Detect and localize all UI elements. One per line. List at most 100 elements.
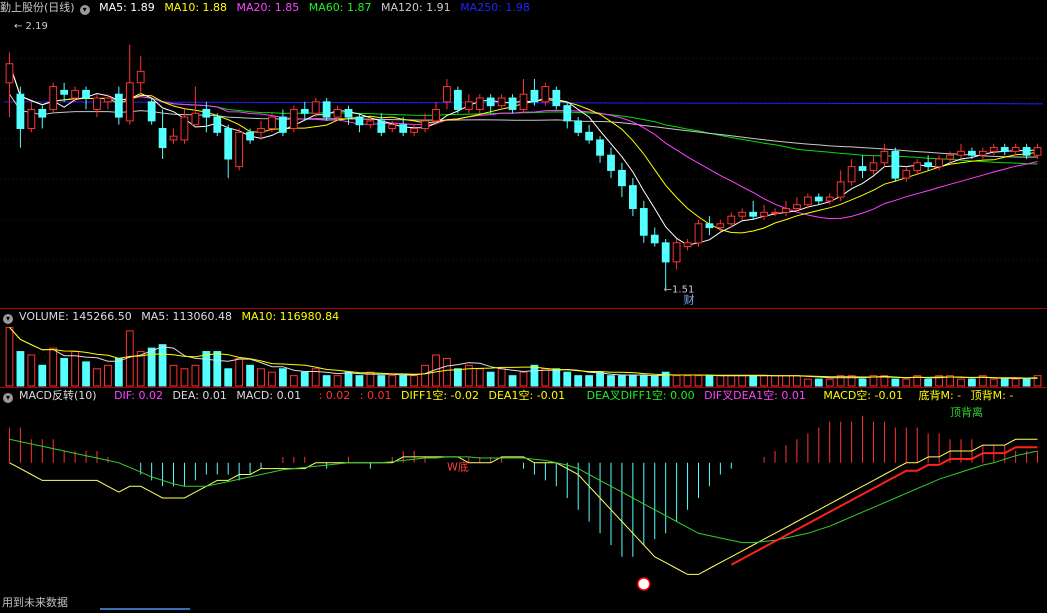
volume-bar — [104, 364, 112, 387]
candle-body — [771, 211, 779, 214]
cross1-label: DEA叉DIFF1空: 0.00 — [586, 389, 695, 402]
candle-body — [344, 108, 353, 118]
chevron-down-icon[interactable]: ▾ — [79, 5, 90, 15]
candle-body — [104, 97, 112, 103]
candle-body — [224, 128, 233, 160]
volume-bar — [749, 375, 758, 387]
candle-body — [552, 89, 561, 107]
candle-body — [388, 124, 397, 130]
candle-body — [716, 223, 725, 229]
field2-label: : 0.01 — [359, 389, 392, 402]
volume-bar — [257, 368, 265, 387]
volume-bar — [1033, 375, 1042, 387]
buy-signal-icon — [637, 577, 651, 591]
candle-body — [989, 147, 998, 152]
candle-body — [508, 97, 517, 110]
chevron-down-icon[interactable]: ▾ — [3, 314, 13, 324]
candle-body — [672, 242, 681, 263]
candle-body — [519, 93, 528, 110]
candle-body — [847, 166, 856, 183]
ma5-label: MA5: 1.89 — [99, 1, 155, 14]
candle-body — [1000, 147, 1009, 152]
volume-bar — [727, 375, 736, 387]
ma250-label: MA250: 1.98 — [460, 1, 530, 14]
candle-body — [814, 196, 823, 202]
candle-body — [235, 131, 244, 168]
volume-bar — [639, 375, 648, 387]
candle-body — [858, 166, 867, 171]
volume-bar — [782, 375, 790, 387]
macd-value-label: MACD: 0.01 — [236, 389, 302, 402]
volume-bar — [410, 375, 419, 387]
volume-bar — [1000, 378, 1009, 387]
top-div-label: 顶背M: - — [970, 389, 1014, 402]
candle-body — [618, 169, 626, 187]
candle-body — [82, 89, 90, 99]
macd-panel-header: ▾ MACD反转(10) DIF: 0.02 DEA: 0.01 MACD: 0.… — [0, 388, 1019, 404]
candle-body — [300, 108, 309, 114]
candle-body — [924, 162, 933, 168]
candle-body — [71, 89, 79, 99]
stock-title: 勤上股份(日线) — [0, 1, 75, 14]
candle-body — [935, 158, 943, 168]
candle-body — [180, 116, 189, 141]
volume-bar — [421, 364, 429, 387]
candle-body — [1033, 147, 1042, 156]
candle-body — [355, 116, 364, 126]
dea-label: DEA: 0.01 — [172, 389, 227, 402]
field1-label: : 0.02 — [318, 389, 351, 402]
volume-bar — [16, 351, 25, 387]
dif-line — [9, 438, 1038, 575]
candle-body — [158, 128, 167, 149]
candle-body — [607, 154, 615, 171]
candle-body — [705, 223, 714, 229]
volume-bar — [771, 375, 779, 387]
volume-bar — [443, 357, 451, 387]
volume-bar — [563, 371, 572, 387]
candle-body — [453, 89, 462, 110]
volume-bar — [628, 375, 637, 387]
candle-body — [1011, 147, 1020, 152]
volume-bar — [989, 378, 998, 387]
diff1-label: DIFF1空: -0.02 — [400, 389, 480, 402]
chevron-down-icon[interactable]: ▾ — [3, 393, 13, 403]
volume-bar — [618, 375, 626, 387]
volume-bar — [716, 375, 725, 387]
candle-body — [268, 116, 276, 130]
volume-bar — [694, 375, 703, 387]
volume-bar — [574, 375, 583, 387]
candle-body — [661, 242, 670, 263]
candle-body — [574, 120, 583, 133]
candle-body — [541, 86, 550, 103]
volume-bar — [191, 364, 200, 387]
candle-body — [1022, 147, 1031, 156]
ma20-label: MA20: 1.85 — [236, 1, 300, 14]
volume-bar — [858, 378, 867, 387]
vol-ma10-label: MA10: 116980.84 — [241, 310, 340, 323]
volume-bar — [5, 326, 14, 387]
volume-bar — [519, 371, 528, 387]
candle-body — [202, 108, 211, 118]
chart-canvas[interactable]: ← 2.19←1.51财W底顶背离 — [0, 0, 1047, 613]
dea-line — [9, 438, 1038, 544]
candle-body — [530, 89, 539, 103]
candle-body — [257, 128, 265, 133]
candle-body — [60, 89, 69, 95]
candle-body — [946, 154, 954, 160]
volume-bar — [344, 371, 353, 387]
volume-bar — [322, 375, 331, 387]
volume-bar — [38, 364, 47, 387]
volume-bar — [82, 361, 90, 387]
volume-bar — [278, 368, 287, 387]
volume-bar — [552, 368, 561, 387]
w-bottom-label: W底 — [447, 460, 469, 474]
candle-body — [760, 211, 769, 217]
candle-body — [125, 82, 134, 122]
candle-body — [333, 108, 342, 118]
candle-body — [869, 162, 878, 171]
volume-bar — [213, 351, 222, 387]
high-price-label: ← 2.19 — [14, 21, 48, 32]
candle-body — [978, 150, 987, 156]
scroll-indicator[interactable] — [100, 608, 190, 610]
candle-body — [650, 234, 659, 244]
